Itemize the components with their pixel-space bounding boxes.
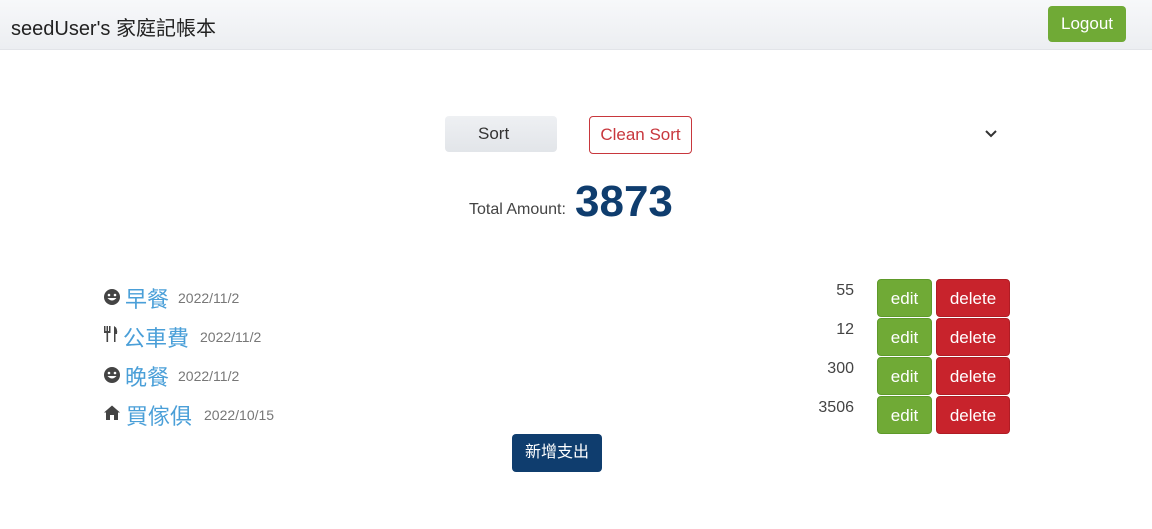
record-amount: 300 xyxy=(827,360,854,377)
total-amount-label: Total Amount: xyxy=(469,201,566,218)
record-title[interactable]: 公車費 xyxy=(123,321,189,353)
sort-select-value: Sort xyxy=(478,124,510,143)
edit-button[interactable]: edit xyxy=(877,396,932,434)
record-title[interactable]: 買傢俱 xyxy=(126,399,192,431)
logout-button[interactable]: Logout xyxy=(1048,6,1126,42)
smile-icon xyxy=(104,367,120,383)
delete-button[interactable]: delete xyxy=(936,279,1010,317)
record-date: 2022/11/2 xyxy=(178,368,240,384)
record-amount: 55 xyxy=(836,282,854,299)
clean-sort-button[interactable]: Clean Sort xyxy=(589,116,692,154)
app-title: seedUser's 家庭記帳本 xyxy=(11,18,216,40)
total-amount-value: 3873 xyxy=(575,177,673,226)
edit-button[interactable]: edit xyxy=(877,357,932,395)
delete-button[interactable]: delete xyxy=(936,396,1010,434)
utensils-icon xyxy=(104,326,118,342)
sort-select[interactable]: Sort xyxy=(445,116,997,152)
delete-button[interactable]: delete xyxy=(936,357,1010,395)
record-date: 2022/10/15 xyxy=(204,407,275,423)
record-row: 買傢俱 2022/10/15 3506 edit delete xyxy=(0,396,1152,435)
record-amount: 3506 xyxy=(818,399,854,416)
record-amount: 12 xyxy=(836,321,854,338)
add-expense-button[interactable]: 新增支出 xyxy=(512,434,602,472)
smile-icon xyxy=(104,289,120,305)
record-title[interactable]: 早餐 xyxy=(125,282,169,314)
home-icon xyxy=(104,405,120,420)
edit-button[interactable]: edit xyxy=(877,279,932,317)
navbar: seedUser's 家庭記帳本 Logout xyxy=(0,0,1152,50)
edit-button[interactable]: edit xyxy=(877,318,932,356)
record-date: 2022/11/2 xyxy=(178,290,240,306)
chevron-down-icon xyxy=(985,130,997,138)
record-row: 早餐 2022/11/2 55 edit delete xyxy=(0,279,1152,318)
record-title[interactable]: 晚餐 xyxy=(125,360,169,392)
record-date: 2022/11/2 xyxy=(200,329,262,345)
record-row: 公車費 2022/11/2 12 edit delete xyxy=(0,318,1152,357)
delete-button[interactable]: delete xyxy=(936,318,1010,356)
record-row: 晚餐 2022/11/2 300 edit delete xyxy=(0,357,1152,396)
